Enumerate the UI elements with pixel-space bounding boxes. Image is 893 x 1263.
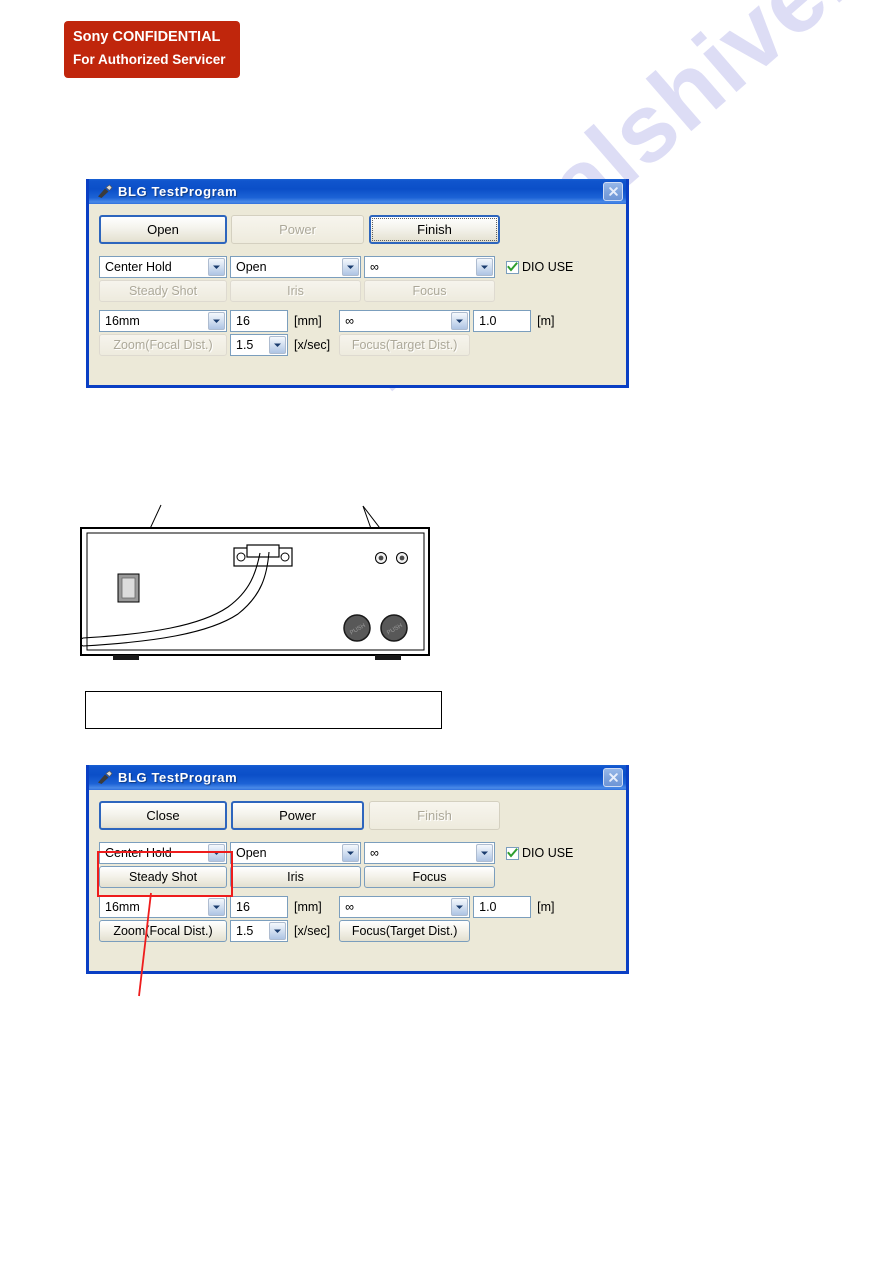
chevron-down-icon[interactable] bbox=[269, 336, 286, 354]
zoom-focal-dist-button: Zoom(Focal Dist.) bbox=[99, 334, 227, 356]
mm-unit-label: [mm] bbox=[294, 314, 322, 328]
chevron-down-icon[interactable] bbox=[451, 312, 469, 330]
zoom-focal-combo-value: 16mm bbox=[105, 900, 140, 914]
steady-shot-button[interactable]: Steady Shot bbox=[99, 866, 227, 888]
finish-button: Finish bbox=[369, 801, 500, 830]
control-row-1: Center Hold Steady Shot Open Iris ∞ Focu… bbox=[99, 256, 616, 302]
focus-target-combo[interactable]: ∞ bbox=[339, 310, 471, 332]
dio-use-checkbox[interactable]: DIO USE bbox=[506, 842, 573, 864]
power-button: Power bbox=[231, 215, 364, 244]
dialog-body: Close Power Finish Center Hold Steady Sh… bbox=[89, 790, 626, 952]
focus-combo-value: ∞ bbox=[370, 260, 379, 274]
confidential-line-2: For Authorized Servicer bbox=[73, 52, 226, 67]
action-button-row: Close Power Finish bbox=[99, 801, 616, 830]
zoom-focal-combo[interactable]: 16mm bbox=[99, 896, 227, 918]
zoom-focal-combo[interactable]: 16mm bbox=[99, 310, 227, 332]
chevron-down-icon[interactable] bbox=[342, 258, 359, 276]
open-button[interactable]: Open bbox=[99, 215, 227, 244]
blg-testprogram-window-top[interactable]: BLG TestProgram Open Power Finish Center… bbox=[86, 179, 629, 388]
control-row-1: Center Hold Steady Shot Open Iris ∞ Focu… bbox=[99, 842, 616, 888]
focus-combo[interactable]: ∞ bbox=[364, 842, 495, 864]
focus-combo[interactable]: ∞ bbox=[364, 256, 495, 278]
iris-button[interactable]: Iris bbox=[230, 866, 361, 888]
chevron-down-icon[interactable] bbox=[208, 898, 225, 916]
checkmark-icon bbox=[506, 260, 519, 274]
title-bar[interactable]: BLG TestProgram bbox=[89, 765, 626, 790]
focus-button[interactable]: Focus bbox=[364, 866, 495, 888]
steady-shot-button: Steady Shot bbox=[99, 280, 227, 302]
iris-combo-value: Open bbox=[236, 846, 267, 860]
zoom-focal-combo-value: 16mm bbox=[105, 314, 140, 328]
wrench-icon bbox=[96, 770, 113, 785]
title-bar[interactable]: BLG TestProgram bbox=[89, 179, 626, 204]
focus-target-dist-button: Focus(Target Dist.) bbox=[339, 334, 471, 356]
chevron-down-icon[interactable] bbox=[208, 258, 225, 276]
chevron-down-icon[interactable] bbox=[208, 844, 225, 862]
steady-shot-combo-value: Center Hold bbox=[105, 846, 172, 860]
dio-use-label: DIO USE bbox=[522, 846, 574, 860]
chevron-down-icon[interactable] bbox=[476, 844, 493, 862]
iris-combo[interactable]: Open bbox=[230, 842, 361, 864]
mm-unit-label: [mm] bbox=[294, 900, 322, 914]
chevron-down-icon[interactable] bbox=[208, 312, 225, 330]
m-unit-label: [m] bbox=[537, 314, 555, 328]
zoom-speed-combo[interactable]: 1.5 bbox=[230, 334, 288, 356]
action-button-row: Open Power Finish bbox=[99, 215, 616, 244]
control-row-2: 16mm Zoom(Focal Dist.) 16 1.5 [mm] [x/se… bbox=[99, 310, 616, 356]
dio-use-label: DIO USE bbox=[522, 260, 574, 274]
zoom-speed-combo[interactable]: 1.5 bbox=[230, 920, 288, 942]
zoom-speed-combo-value: 1.5 bbox=[236, 338, 254, 352]
confidential-banner: Sony CONFIDENTIAL For Authorized Service… bbox=[64, 21, 240, 78]
dio-use-checkbox[interactable]: DIO USE bbox=[506, 256, 573, 278]
confidential-line-1: Sony CONFIDENTIAL bbox=[73, 29, 221, 45]
wrench-icon bbox=[96, 184, 113, 199]
steady-shot-combo[interactable]: Center Hold bbox=[99, 842, 227, 864]
m-unit-label: [m] bbox=[537, 900, 555, 914]
caption-box bbox=[85, 691, 442, 729]
chevron-down-icon[interactable] bbox=[342, 844, 359, 862]
focus-target-combo-value: ∞ bbox=[345, 314, 355, 328]
focus-target-dist-button[interactable]: Focus(Target Dist.) bbox=[339, 920, 471, 942]
focus-target-combo-value: ∞ bbox=[345, 900, 355, 914]
close-icon[interactable] bbox=[603, 768, 623, 787]
focal-length-input[interactable]: 16 bbox=[230, 896, 288, 918]
zoom-focal-dist-button[interactable]: Zoom(Focal Dist.) bbox=[99, 920, 227, 942]
iris-combo-value: Open bbox=[236, 260, 267, 274]
speed-unit-label: [x/sec] bbox=[294, 924, 331, 938]
window-title: BLG TestProgram bbox=[118, 184, 238, 199]
chevron-down-icon[interactable] bbox=[269, 922, 286, 940]
steady-shot-combo-value: Center Hold bbox=[105, 260, 172, 274]
speed-unit-label: [x/sec] bbox=[294, 338, 331, 352]
chevron-down-icon[interactable] bbox=[476, 258, 493, 276]
dialog-body: Open Power Finish Center Hold Steady Sho… bbox=[89, 204, 626, 366]
control-row-2: 16mm Zoom(Focal Dist.) 16 1.5 [mm] [x/se… bbox=[99, 896, 616, 942]
iris-button: Iris bbox=[230, 280, 361, 302]
focus-combo-value: ∞ bbox=[370, 846, 379, 860]
close-button[interactable]: Close bbox=[99, 801, 227, 830]
close-icon[interactable] bbox=[603, 182, 623, 201]
zoom-speed-combo-value: 1.5 bbox=[236, 924, 254, 938]
focus-button: Focus bbox=[364, 280, 495, 302]
finish-button[interactable]: Finish bbox=[369, 215, 500, 244]
checkmark-icon bbox=[506, 846, 519, 860]
target-distance-input[interactable]: 1.0 bbox=[473, 310, 532, 332]
iris-combo[interactable]: Open bbox=[230, 256, 361, 278]
chevron-down-icon[interactable] bbox=[451, 898, 469, 916]
rear-panel-illustration: PUSH PUSH bbox=[77, 495, 460, 675]
power-button[interactable]: Power bbox=[231, 801, 364, 830]
focus-target-combo[interactable]: ∞ bbox=[339, 896, 471, 918]
blg-testprogram-window-bottom[interactable]: BLG TestProgram Close Power Finish Cente… bbox=[86, 765, 629, 974]
target-distance-input[interactable]: 1.0 bbox=[473, 896, 532, 918]
steady-shot-combo[interactable]: Center Hold bbox=[99, 256, 227, 278]
focal-length-input[interactable]: 16 bbox=[230, 310, 288, 332]
window-title: BLG TestProgram bbox=[118, 770, 238, 785]
